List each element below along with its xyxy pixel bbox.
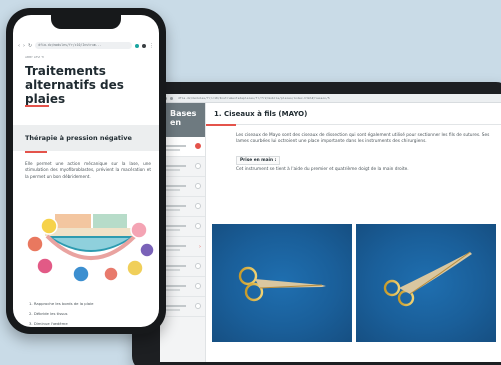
scissors-icon xyxy=(238,266,326,302)
sidebar-item[interactable] xyxy=(160,137,205,157)
lesson-main: 1. Ciseaux à fils (MAYO) Les ciseaux de … xyxy=(206,103,501,362)
list-item: 1. Rapproche les bords de la plaie xyxy=(29,301,94,306)
forward-arrow-icon[interactable] xyxy=(170,96,173,100)
phone-address-bar: ‹ › ↻ dfia.dz/modules/fr/c10/Instrum... … xyxy=(18,41,154,50)
list-item: 3. Diminue l'œdème xyxy=(29,321,68,326)
phone-screen: ‹ › ↻ dfia.dz/modules/fr/c10/Instrum... … xyxy=(13,15,159,327)
progress-dot-icon xyxy=(195,263,201,269)
progress-dot-icon xyxy=(195,183,201,189)
lesson-sidebar: Bases en › xyxy=(160,103,206,362)
section-banner: Thérapie à pression négative xyxy=(13,125,159,151)
sidebar-item[interactable] xyxy=(160,197,205,217)
reload-icon[interactable]: ↻ xyxy=(28,43,32,49)
sidebar-banner-title: Bases en xyxy=(170,109,197,127)
sidebar-item[interactable] xyxy=(160,257,205,277)
title-accent-rule xyxy=(206,124,236,126)
instrument-photos xyxy=(212,224,496,342)
chevron-right-icon: › xyxy=(199,244,201,250)
tablet-screen: dfia.dz/modules/fr/c10/Instrumentsdeplai… xyxy=(160,94,501,362)
profile-icon[interactable] xyxy=(142,43,146,48)
phone-device: ‹ › ↻ dfia.dz/modules/fr/c10/Instrum... … xyxy=(6,8,166,334)
title-accent-rule xyxy=(25,105,49,107)
section-heading: Thérapie à pression négative xyxy=(25,134,132,142)
tablet-device: dfia.dz/modules/fr/c10/Instrumentsdeplai… xyxy=(132,82,501,365)
sidebar-item[interactable] xyxy=(160,177,205,197)
progress-dot-icon xyxy=(195,283,201,289)
sidebar-banner: Bases en xyxy=(160,103,205,137)
benefits-list: 1. Rapproche les bords de la plaie 2. Dé… xyxy=(29,299,94,327)
progress-dot-icon xyxy=(195,303,201,309)
scissors-photo-curved xyxy=(356,224,496,342)
lesson-paragraph: Les ciseaux de Mayo sont des ciseaux de … xyxy=(236,133,490,145)
page-title: Traitements alternatifs des plaies xyxy=(25,64,124,106)
section-paragraph: Elle permet une action mécanique sur la … xyxy=(25,161,151,179)
wound-diagram-icon xyxy=(26,214,155,283)
sidebar-item[interactable] xyxy=(160,297,205,317)
progress-dot-icon xyxy=(195,203,201,209)
sidebar-item[interactable] xyxy=(160,217,205,237)
phone-url[interactable]: dfia.dz/modules/fr/c10/Instrum... xyxy=(35,42,132,49)
forward-arrow-icon[interactable]: › xyxy=(23,43,25,49)
progress-dot-icon xyxy=(195,143,201,149)
grip-text: Cet instrument se tient à l'aide du prem… xyxy=(236,166,409,172)
tablet-address-bar[interactable]: dfia.dz/modules/fr/c10/Instrumentsdeplai… xyxy=(160,94,501,103)
progress-dot-icon xyxy=(195,163,201,169)
sidebar-item[interactable]: › xyxy=(160,237,205,257)
list-item: 2. Débride les tissus xyxy=(29,311,68,316)
menu-icon[interactable]: ⋮ xyxy=(149,43,154,49)
back-arrow-icon[interactable]: ‹ xyxy=(18,43,20,49)
lesson-content: Les ciseaux de Mayo sont des ciseaux de … xyxy=(206,125,501,173)
curved-scissors-icon xyxy=(383,251,472,307)
grip-label: Prise en main : xyxy=(236,155,281,165)
sidebar-item[interactable] xyxy=(160,277,205,297)
section-accent-rule xyxy=(25,151,47,153)
lesson-header: 1. Ciseaux à fils (MAYO) xyxy=(206,103,501,125)
sidebar-item[interactable] xyxy=(160,157,205,177)
extension-icon[interactable] xyxy=(135,43,139,48)
scissors-photo-straight xyxy=(212,224,352,342)
phone-notch xyxy=(51,15,121,29)
tablet-url[interactable]: dfia.dz/modules/fr/c10/Instrumentsdeplai… xyxy=(178,96,330,100)
section-title: 1. Ciseaux à fils (MAYO) xyxy=(214,109,308,118)
progress-dot-icon xyxy=(195,223,201,229)
breadcrumb: ABBY LEVI TI xyxy=(25,55,44,59)
wound-therapy-illustration xyxy=(21,208,157,288)
